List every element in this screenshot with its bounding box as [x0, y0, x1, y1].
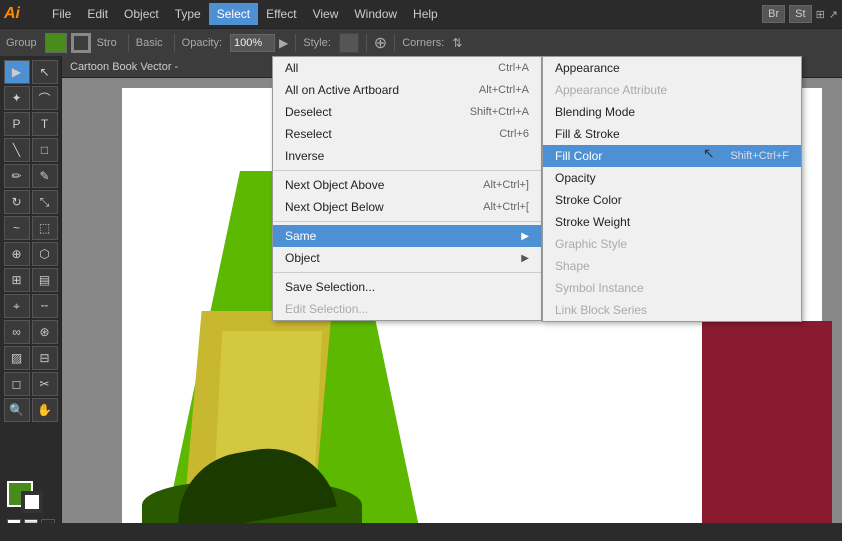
fill-stroke-indicator[interactable] — [7, 481, 47, 517]
stroke-btn[interactable] — [71, 33, 91, 53]
art-red — [702, 321, 832, 541]
tool-row-3: P T — [4, 112, 58, 136]
measure-tool[interactable]: ╌ — [32, 294, 58, 318]
bridge-btn[interactable]: Br — [762, 5, 785, 23]
paint-brush-tool[interactable]: ✏ — [4, 164, 30, 188]
canvas-area: Cartoon Book Vector - All — [62, 56, 842, 541]
globe-icon[interactable]: ⊕ — [374, 33, 387, 53]
sync-icon[interactable]: ↗ — [829, 8, 838, 21]
corners-label: Corners: — [402, 37, 444, 49]
grid-icon[interactable]: ⊞ — [816, 8, 825, 21]
app-logo: Ai — [4, 5, 34, 23]
basic-label: Basic — [136, 37, 163, 49]
tools-panel: ▶ ↖ ✦ ⌒ P T ╲ □ ✏ ✎ ↻ ⤡ ~ ⬚ ⊕ ⬡ — [0, 56, 62, 541]
menu-help[interactable]: Help — [405, 3, 446, 25]
menu-edit[interactable]: Edit — [79, 3, 116, 25]
line-tool[interactable]: ╲ — [4, 138, 30, 162]
stock-btn[interactable]: St — [789, 5, 811, 23]
menu-type[interactable]: Type — [167, 3, 209, 25]
scale-tool[interactable]: ⤡ — [32, 190, 58, 214]
tool-row-5: ✏ ✎ — [4, 164, 58, 188]
toolbar: Group Stro Basic Opacity: ▶ Style: ⊕ Cor… — [0, 28, 842, 56]
opacity-label: Opacity: — [182, 37, 222, 49]
lasso-tool[interactable]: ⌒ — [32, 86, 58, 110]
sep5 — [394, 34, 395, 52]
menu-view[interactable]: View — [305, 3, 347, 25]
menu-object[interactable]: Object — [116, 3, 167, 25]
opacity-arrow[interactable]: ▶ — [279, 36, 288, 50]
blend-tool[interactable]: ∞ — [4, 320, 30, 344]
hand-tool[interactable]: ✋ — [32, 398, 58, 422]
selection-tool[interactable]: ▶ — [4, 60, 30, 84]
canvas-tab: Cartoon Book Vector - — [62, 56, 842, 78]
menu-bar-right: Br St ⊞ ↗ — [762, 5, 838, 23]
style-btn[interactable] — [339, 33, 359, 53]
canvas-tab-title: Cartoon Book Vector - — [70, 61, 178, 73]
sep4 — [366, 34, 367, 52]
pen-tool[interactable]: P — [4, 112, 30, 136]
magic-wand-tool[interactable]: ✦ — [4, 86, 30, 110]
menu-effect[interactable]: Effect — [258, 3, 304, 25]
tool-row-8: ⊕ ⬡ — [4, 242, 58, 266]
shape-builder-tool[interactable]: ⊕ — [4, 242, 30, 266]
corners-arrows[interactable]: ⇅ — [452, 36, 462, 50]
tool-row-4: ╲ □ — [4, 138, 58, 162]
style-label: Style: — [303, 37, 331, 49]
perspective-tool[interactable]: ⬡ — [32, 242, 58, 266]
tool-row-14: 🔍 ✋ — [4, 398, 58, 422]
gradient-tool[interactable]: ▤ — [32, 268, 58, 292]
tool-row-12: ▨ ⊟ — [4, 346, 58, 370]
pencil-tool[interactable]: ✎ — [32, 164, 58, 188]
rotate-tool[interactable]: ↻ — [4, 190, 30, 214]
sep3 — [295, 34, 296, 52]
menu-window[interactable]: Window — [346, 3, 405, 25]
menu-bar: Ai File Edit Object Type Select Effect V… — [0, 0, 842, 28]
sep1 — [128, 34, 129, 52]
eraser-tool[interactable]: ◻ — [4, 372, 30, 396]
free-transform-tool[interactable]: ⬚ — [32, 216, 58, 240]
warp-tool[interactable]: ~ — [4, 216, 30, 240]
eyedropper-tool[interactable]: ⌖ — [4, 294, 30, 318]
fill-color-btn[interactable] — [45, 33, 67, 53]
shape-tool[interactable]: □ — [32, 138, 58, 162]
type-tool[interactable]: T — [32, 112, 58, 136]
stroke-label: Stro — [97, 37, 117, 49]
tool-row-6: ↻ ⤡ — [4, 190, 58, 214]
canvas-bg[interactable] — [62, 78, 842, 541]
symbol-spray-tool[interactable]: ⊛ — [32, 320, 58, 344]
tool-row-10: ⌖ ╌ — [4, 294, 58, 318]
tool-row-7: ~ ⬚ — [4, 216, 58, 240]
mesh-tool[interactable]: ⊞ — [4, 268, 30, 292]
zoom-tool[interactable]: 🔍 — [4, 398, 30, 422]
direct-selection-tool[interactable]: ↖ — [32, 60, 58, 84]
tool-row-11: ∞ ⊛ — [4, 320, 58, 344]
sep2 — [174, 34, 175, 52]
menu-select[interactable]: Select — [209, 3, 258, 25]
stroke-indicator[interactable] — [21, 491, 43, 513]
tool-row-2: ✦ ⌒ — [4, 86, 58, 110]
opacity-input[interactable] — [230, 34, 275, 52]
tool-row-1: ▶ ↖ — [4, 60, 58, 84]
group-label: Group — [6, 37, 37, 49]
tool-row-9: ⊞ ▤ — [4, 268, 58, 292]
scissors-tool[interactable]: ✂ — [32, 372, 58, 396]
main-area: ▶ ↖ ✦ ⌒ P T ╲ □ ✏ ✎ ↻ ⤡ ~ ⬚ ⊕ ⬡ — [0, 56, 842, 541]
bottom-bar — [0, 523, 842, 541]
tool-row-13: ◻ ✂ — [4, 372, 58, 396]
slice-tool[interactable]: ⊟ — [32, 346, 58, 370]
chart-tool[interactable]: ▨ — [4, 346, 30, 370]
menu-file[interactable]: File — [44, 3, 79, 25]
